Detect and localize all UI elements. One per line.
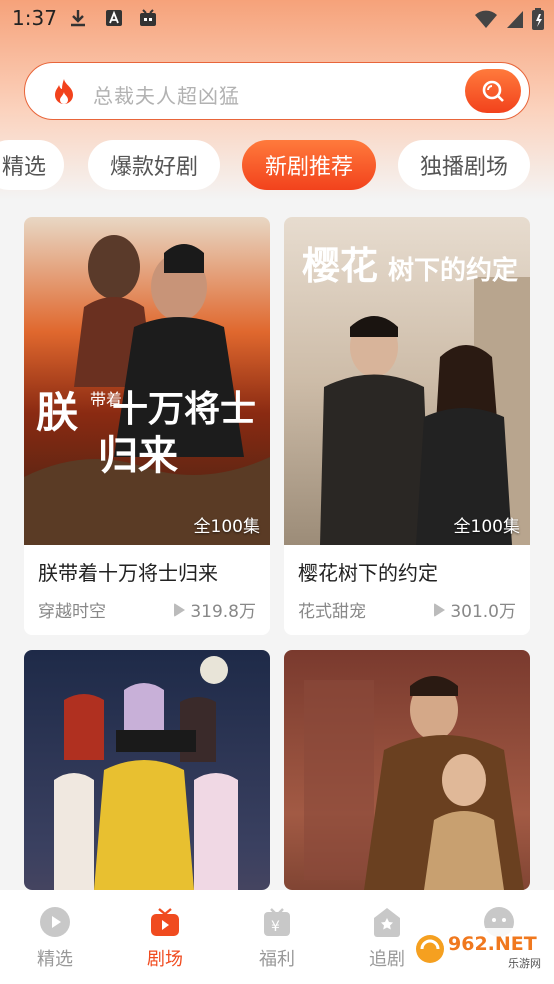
view-count-value: 301.0万 [450, 602, 516, 622]
poster-art [284, 650, 530, 890]
nav-label: 福利 [259, 949, 295, 970]
watermark-logo: 962.NET 乐游网 [414, 928, 546, 970]
drama-title[interactable]: 樱花树下的约定 [298, 557, 438, 586]
status-bar: 1:37 [0, 0, 554, 38]
view-count: 319.8万 [174, 597, 256, 622]
play-icon [174, 602, 186, 617]
star-house-icon [374, 908, 400, 937]
poster-art: 樱花 树下的约定 [284, 217, 530, 545]
drama-card[interactable]: 朕 带着 十万将士 归来 全100集 朕带着十万将士归来 穿越时空 319.8万 [24, 217, 270, 635]
tab-baokuan[interactable]: 爆款好剧 [88, 140, 220, 190]
poster-art: 朕 带着 十万将士 归来 [24, 217, 270, 545]
nav-juchang[interactable]: 剧场 [110, 890, 220, 984]
tv-icon [151, 908, 179, 936]
svg-text:962.NET: 962.NET [448, 933, 537, 955]
drama-card[interactable] [24, 650, 270, 890]
drama-tag: 花式甜宠 [298, 602, 366, 622]
drama-poster[interactable]: 朕 带着 十万将士 归来 全100集 [24, 217, 270, 545]
signal-icon [507, 11, 523, 28]
nav-label: 剧场 [147, 949, 183, 970]
drama-poster[interactable]: 樱花 树下的约定 全100集 [284, 217, 530, 545]
search-button[interactable] [465, 69, 521, 113]
battery-icon [532, 8, 544, 30]
status-time: 1:37 [12, 6, 57, 30]
gift-icon: ¥ [264, 908, 290, 936]
wifi-icon [475, 10, 497, 28]
drama-card[interactable] [284, 650, 530, 890]
svg-text:乐游网: 乐游网 [508, 957, 541, 970]
download-icon [71, 10, 85, 27]
poster-title-4: 归来 [98, 432, 178, 479]
search-icon [482, 80, 504, 102]
flame-icon [55, 79, 73, 104]
episode-count: 全100集 [193, 517, 260, 537]
view-count-value: 319.8万 [190, 602, 256, 622]
search-bar[interactable]: 总裁夫人超凶猛 [24, 62, 530, 120]
tab-xinju[interactable]: 新剧推荐 [242, 140, 376, 190]
app-a-icon [106, 10, 122, 26]
poster-title-1: 朕 [36, 388, 79, 437]
poster-title-2: 树下的约定 [388, 255, 518, 286]
search-input[interactable]: 总裁夫人超凶猛 [93, 80, 240, 109]
drama-title[interactable]: 朕带着十万将士归来 [38, 557, 218, 586]
poster-title-1: 樱花 [302, 243, 378, 288]
view-count: 301.0万 [434, 597, 516, 622]
poster-art [24, 650, 270, 890]
episode-count: 全100集 [453, 517, 520, 537]
play-icon [434, 602, 446, 617]
poster-title-3: 十万将士 [112, 388, 256, 430]
svg-text:¥: ¥ [271, 919, 280, 935]
drama-poster[interactable] [24, 650, 270, 890]
nav-label: 精选 [37, 949, 73, 970]
drama-poster[interactable] [284, 650, 530, 890]
nav-fuli[interactable]: ¥ 福利 [222, 890, 332, 984]
app-bot-icon [140, 9, 156, 26]
drama-tag: 穿越时空 [38, 602, 106, 622]
nav-jingxuan[interactable]: 精选 [0, 890, 110, 984]
tab-duobo[interactable]: 独播剧场 [398, 140, 530, 190]
drama-card[interactable]: 樱花 树下的约定 全100集 樱花树下的约定 花式甜宠 301.0万 [284, 217, 530, 635]
play-circle-icon [40, 907, 70, 937]
tab-jingxuan[interactable]: 精选 [0, 140, 64, 190]
